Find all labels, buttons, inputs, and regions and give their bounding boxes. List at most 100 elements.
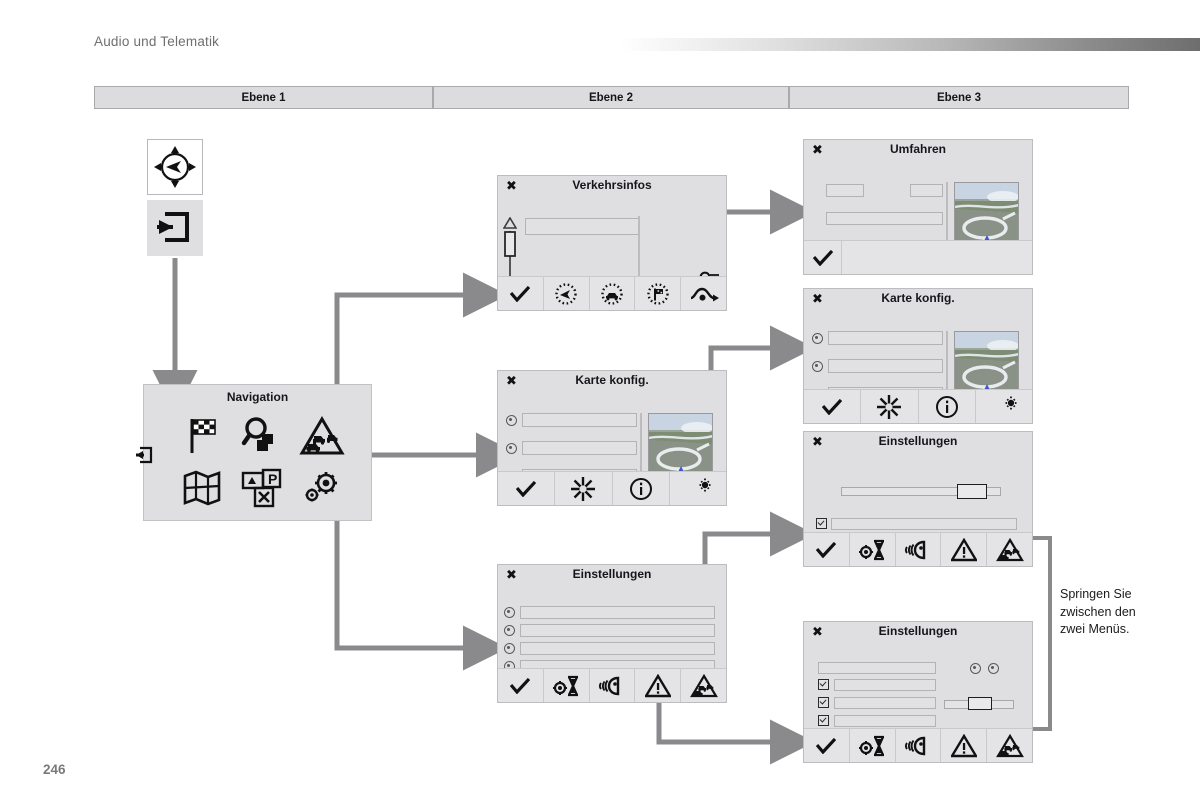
radio-option-2[interactable] [504,625,515,636]
nav-item-map[interactable] [172,462,232,514]
toolbar-voice-button[interactable] [895,729,942,762]
toolbar-ok-button[interactable] [804,241,842,274]
toolbar-ok-button[interactable] [804,533,850,566]
toolbar-ok-button[interactable] [498,669,544,702]
nav-item-destination[interactable] [172,410,232,462]
check-icon [816,737,837,754]
radio-option-2[interactable] [506,443,517,454]
checkbox-option-1[interactable] [816,518,827,529]
toolbar-navigation-button[interactable] [543,277,590,310]
karte-konfig-l2-header: ✖ Karte konfig. [498,371,726,391]
toolbar-system-button[interactable] [849,533,896,566]
settings-slider-thumb[interactable] [957,484,987,499]
enter-menu-icon-box[interactable] [147,200,203,256]
verkehrsinfos-toolbar [498,276,726,310]
toolbar-detour-button[interactable] [681,277,726,310]
screen-einstellungen-l3-top: ✖ Einstellungen [803,431,1033,567]
check-icon [516,480,537,497]
toolbar-warning-button[interactable] [635,669,682,702]
day-night-icon [993,396,1017,417]
karte-field-1[interactable] [522,413,637,427]
gear-hourglass-icon [859,735,885,756]
checkbox-option-1[interactable] [818,679,829,690]
radio-option-3[interactable] [504,643,515,654]
toolbar-traffic-button[interactable] [987,729,1032,762]
toolbar-system-button[interactable] [849,729,896,762]
radio-option-top-2[interactable] [988,663,999,674]
info-icon [935,395,958,418]
toolbar-warning-button[interactable] [941,533,988,566]
toolbar-info-button[interactable] [918,390,976,423]
navigation-panel-title: Navigation [226,390,289,404]
warning-triangle-icon [644,673,671,697]
nav-item-poi[interactable]: P [232,462,292,514]
toolbar-destination-button[interactable] [635,277,682,310]
toolbar-ok-button[interactable] [804,729,850,762]
settings-field-3[interactable] [834,715,936,727]
toolbar-ok-button[interactable] [498,472,556,505]
verkehrsinfos-title: Verkehrsinfos [572,178,652,192]
einstellungen-l3-bottom-toolbar [804,728,1032,762]
radio-option-1[interactable] [506,415,517,426]
toolbar-day-night-button[interactable] [669,472,726,505]
toolbar-vehicle-button[interactable] [589,277,636,310]
toolbar-warning-button[interactable] [941,729,988,762]
karte-field-2[interactable] [522,441,637,455]
nav-item-traffic[interactable] [292,410,352,462]
settings-top-field[interactable] [818,662,936,674]
radio-option-1[interactable] [812,333,823,344]
einstellungen-l3-top-title: Einstellungen [878,434,958,448]
checkbox-option-2[interactable] [818,697,829,708]
toolbar-brightness-button[interactable] [555,472,613,505]
enter-menu-icon [157,212,189,242]
check-icon [816,541,837,558]
umfahren-field-1[interactable] [826,184,864,197]
toolbar-ok-button[interactable] [804,390,862,423]
radio-option-top-1[interactable] [970,663,981,674]
settings-field-1[interactable] [834,679,936,691]
einstellungen-l3-bottom-header: ✖ Einstellungen [804,622,1032,642]
settings-field-3[interactable] [520,642,715,655]
toolbar-voice-button[interactable] [589,669,636,702]
nav-item-settings[interactable] [292,462,352,514]
verkehrsinfos-header: ✖ Verkehrsinfos [498,176,726,196]
settings-slider-thumb[interactable] [968,697,992,710]
exit-left-icon[interactable] [134,445,154,465]
karte-konfig-l3-toolbar [804,389,1032,423]
settings-field-2[interactable] [520,624,715,637]
settings-field-2[interactable] [834,697,936,709]
toolbar-traffic-button[interactable] [987,533,1032,566]
radio-option-2[interactable] [812,361,823,372]
umfahren-field-2[interactable] [910,184,943,197]
umfahren-toolbar [804,240,1032,274]
dotted-flag-icon [647,282,669,305]
traffic-jam-icon [689,673,718,697]
screen-verkehrsinfos: ✖ Verkehrsinfos [497,175,727,311]
traffic-jam-icon [299,416,345,455]
toolbar-voice-button[interactable] [895,533,942,566]
traffic-jam-icon [995,537,1024,561]
warning-triangle-icon [950,733,977,757]
verkehrsinfos-list-field[interactable] [525,218,640,235]
voice-icon [904,540,926,559]
column-header-ebene-3: Ebene 3 [789,86,1129,109]
checkbox-option-3[interactable] [818,715,829,726]
karte-konfig-l2-toolbar [498,471,726,505]
toolbar-ok-button[interactable] [498,277,544,310]
screen-umfahren: ✖ Umfahren [803,139,1033,275]
toolbar-traffic-button[interactable] [681,669,726,702]
toolbar-day-night-button[interactable] [975,390,1032,423]
dpad-icon-box[interactable] [147,139,203,195]
umfahren-field-3[interactable] [826,212,943,225]
nav-item-address-book[interactable] [232,410,292,462]
toolbar-brightness-button[interactable] [861,390,919,423]
poi-parking-restaurant-icon: P [241,468,282,508]
toolbar-system-button[interactable] [543,669,590,702]
karte-field-2[interactable] [828,359,943,373]
settings-field-1[interactable] [520,606,715,619]
radio-option-1[interactable] [504,607,515,618]
settings-field-1[interactable] [831,518,1017,530]
karte-field-1[interactable] [828,331,943,345]
toolbar-info-button[interactable] [612,472,670,505]
dotted-navigation-arrow-icon [555,282,577,305]
